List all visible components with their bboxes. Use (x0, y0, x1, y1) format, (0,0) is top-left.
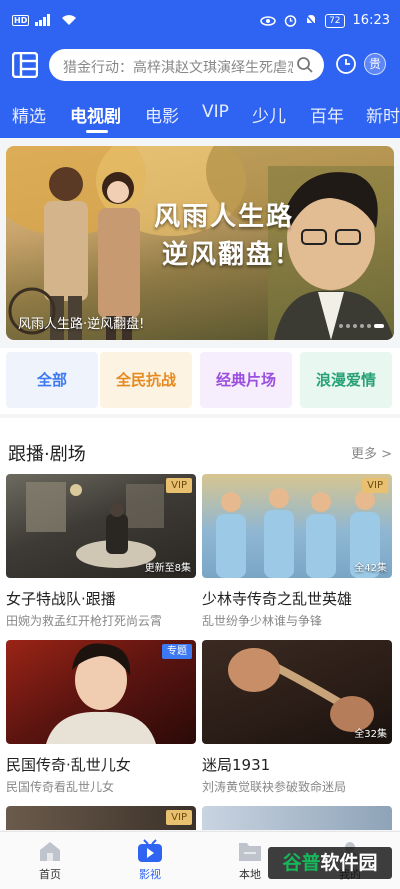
site-watermark: 谷普软件园 (268, 847, 392, 879)
hero-banner[interactable]: 风雨人生路 逆风翻盘！ 风雨人生路·逆风翻盘! (6, 146, 394, 340)
category-row: 全部 全民抗战 经典片场 浪漫爱情 (0, 348, 400, 414)
nav-videos-label: 影视 (139, 868, 161, 881)
mute-icon (305, 14, 317, 27)
drama-title: 迷局1931 (202, 756, 271, 774)
drama-subtitle: 刘涛黄觉联袂参破致命迷局 (202, 780, 347, 794)
category-anti-war[interactable]: 全民抗战 (100, 352, 192, 408)
banner-title-line2: 逆风翻盘！ (162, 240, 303, 270)
carousel-dot-active (374, 324, 384, 328)
vip-badge: VIP (362, 478, 388, 493)
tab-new-era[interactable]: 新时 (366, 102, 400, 127)
watermark-text: 软件园 (320, 852, 378, 874)
clock-time: 16:23 (352, 13, 390, 28)
banner-title-line1: 风雨人生路 (154, 202, 295, 232)
home-icon (20, 838, 80, 864)
tab-movies[interactable]: 电影 (145, 102, 179, 127)
drama-poster[interactable]: VIP (6, 806, 196, 830)
tab-tv-series[interactable]: 电视剧 (70, 102, 121, 127)
episode-count: 更新至8集 (144, 563, 191, 574)
history-clock-icon[interactable] (335, 53, 357, 79)
hd-indicator: HD (12, 14, 30, 26)
episode-count: 全32集 (354, 729, 387, 740)
tab-featured[interactable]: 精选 (12, 102, 46, 127)
search-icon[interactable] (296, 56, 314, 78)
carousel-dot (339, 324, 343, 328)
tv-play-icon (120, 838, 180, 864)
drama-title: 女子特战队·跟播 (6, 590, 116, 608)
category-menu-icon[interactable] (11, 51, 39, 79)
eye-icon (260, 15, 276, 26)
tab-vip[interactable]: VIP (202, 102, 229, 122)
nav-home-label: 首页 (39, 868, 61, 881)
vip-badge: VIP (166, 810, 192, 825)
vip-badge: VIP (166, 478, 192, 493)
drama-title: 少林寺传奇之乱世英雄 (202, 590, 353, 608)
banner-title-art: 风雨人生路 逆风翻盘！ (154, 198, 302, 274)
drama-subtitle: 民国传奇看乱世儿女 (6, 780, 115, 794)
drama-poster[interactable]: 专题 (6, 640, 196, 744)
battery-icon: 72 (325, 13, 345, 28)
carousel-indicator (339, 324, 384, 328)
drama-card[interactable]: 全32集 迷局1931 刘涛黄觉联袂参破致命迷局 (202, 640, 392, 795)
drama-poster[interactable]: 全32集 (202, 640, 392, 744)
tab-kids[interactable]: 少儿 (252, 102, 286, 127)
category-all[interactable]: 全部 (6, 352, 98, 408)
drama-card[interactable]: VIP (6, 806, 196, 830)
drama-poster[interactable]: VIP 更新至8集 (6, 474, 196, 578)
drama-subtitle: 乱世纷争少林谁与争锋 (202, 614, 323, 628)
banner-caption: 风雨人生路·逆风翻盘! (18, 317, 145, 332)
search-row: 猎金行动：高梓淇赵文琪演绎生死虐恋 贵 (0, 46, 400, 86)
drama-poster[interactable]: VIP 全42集 (202, 474, 392, 578)
drama-card[interactable] (202, 806, 392, 830)
search-placeholder: 猎金行动：高梓淇赵文琪演绎生死虐恋 (63, 60, 293, 76)
drama-card[interactable]: VIP 全42集 少林寺传奇之乱世英雄 乱世纷争少林谁与争锋 (202, 474, 392, 629)
nav-videos[interactable]: 影视 (120, 838, 180, 882)
channel-tabs: 精选 电视剧 电影 VIP 少儿 百年 新时 (0, 90, 400, 136)
section-title: 跟播·剧场 (8, 444, 86, 465)
carousel-dot (346, 324, 350, 328)
alarm-icon (284, 14, 297, 27)
topic-badge: 专题 (162, 644, 192, 659)
watermark-brand: 谷普 (282, 852, 321, 874)
drama-title: 民国传奇·乱世儿女 (6, 756, 131, 774)
signal-icon (35, 14, 55, 26)
category-romance[interactable]: 浪漫爱情 (300, 352, 392, 408)
carousel-dot (360, 324, 364, 328)
active-tab-indicator (86, 130, 108, 133)
top-header: HD 72 16:23 猎金行动：高梓淇赵文琪演绎生死虐恋 贵 精选 电视剧 电… (0, 0, 400, 138)
drama-card[interactable]: VIP 更新至8集 女子特战队·跟播 田婉为救孟红开枪打死尚云霄 (6, 474, 196, 629)
vip-avatar[interactable]: 贵 (364, 53, 386, 75)
drama-poster[interactable] (202, 806, 392, 830)
more-link[interactable]: 更多 > (351, 443, 392, 462)
category-classic[interactable]: 经典片场 (200, 352, 292, 408)
status-bar: HD 72 16:23 (0, 0, 400, 46)
drama-subtitle: 田婉为救孟红开枪打死尚云霄 (6, 614, 163, 628)
following-theater-section: 跟播·剧场 更多 > VIP 更新至8集 女子特战队·跟播 田婉为救孟红开枪打死… (0, 418, 400, 830)
nav-home[interactable]: 首页 (20, 838, 80, 882)
search-input[interactable]: 猎金行动：高梓淇赵文琪演绎生死虐恋 (49, 49, 324, 81)
drama-card[interactable]: 专题 民国传奇·乱世儿女 民国传奇看乱世儿女 (6, 640, 196, 795)
carousel-dot (353, 324, 357, 328)
episode-count: 全42集 (354, 563, 387, 574)
wifi-icon (61, 14, 77, 26)
tab-centennial[interactable]: 百年 (310, 102, 344, 127)
carousel-dot (367, 324, 371, 328)
